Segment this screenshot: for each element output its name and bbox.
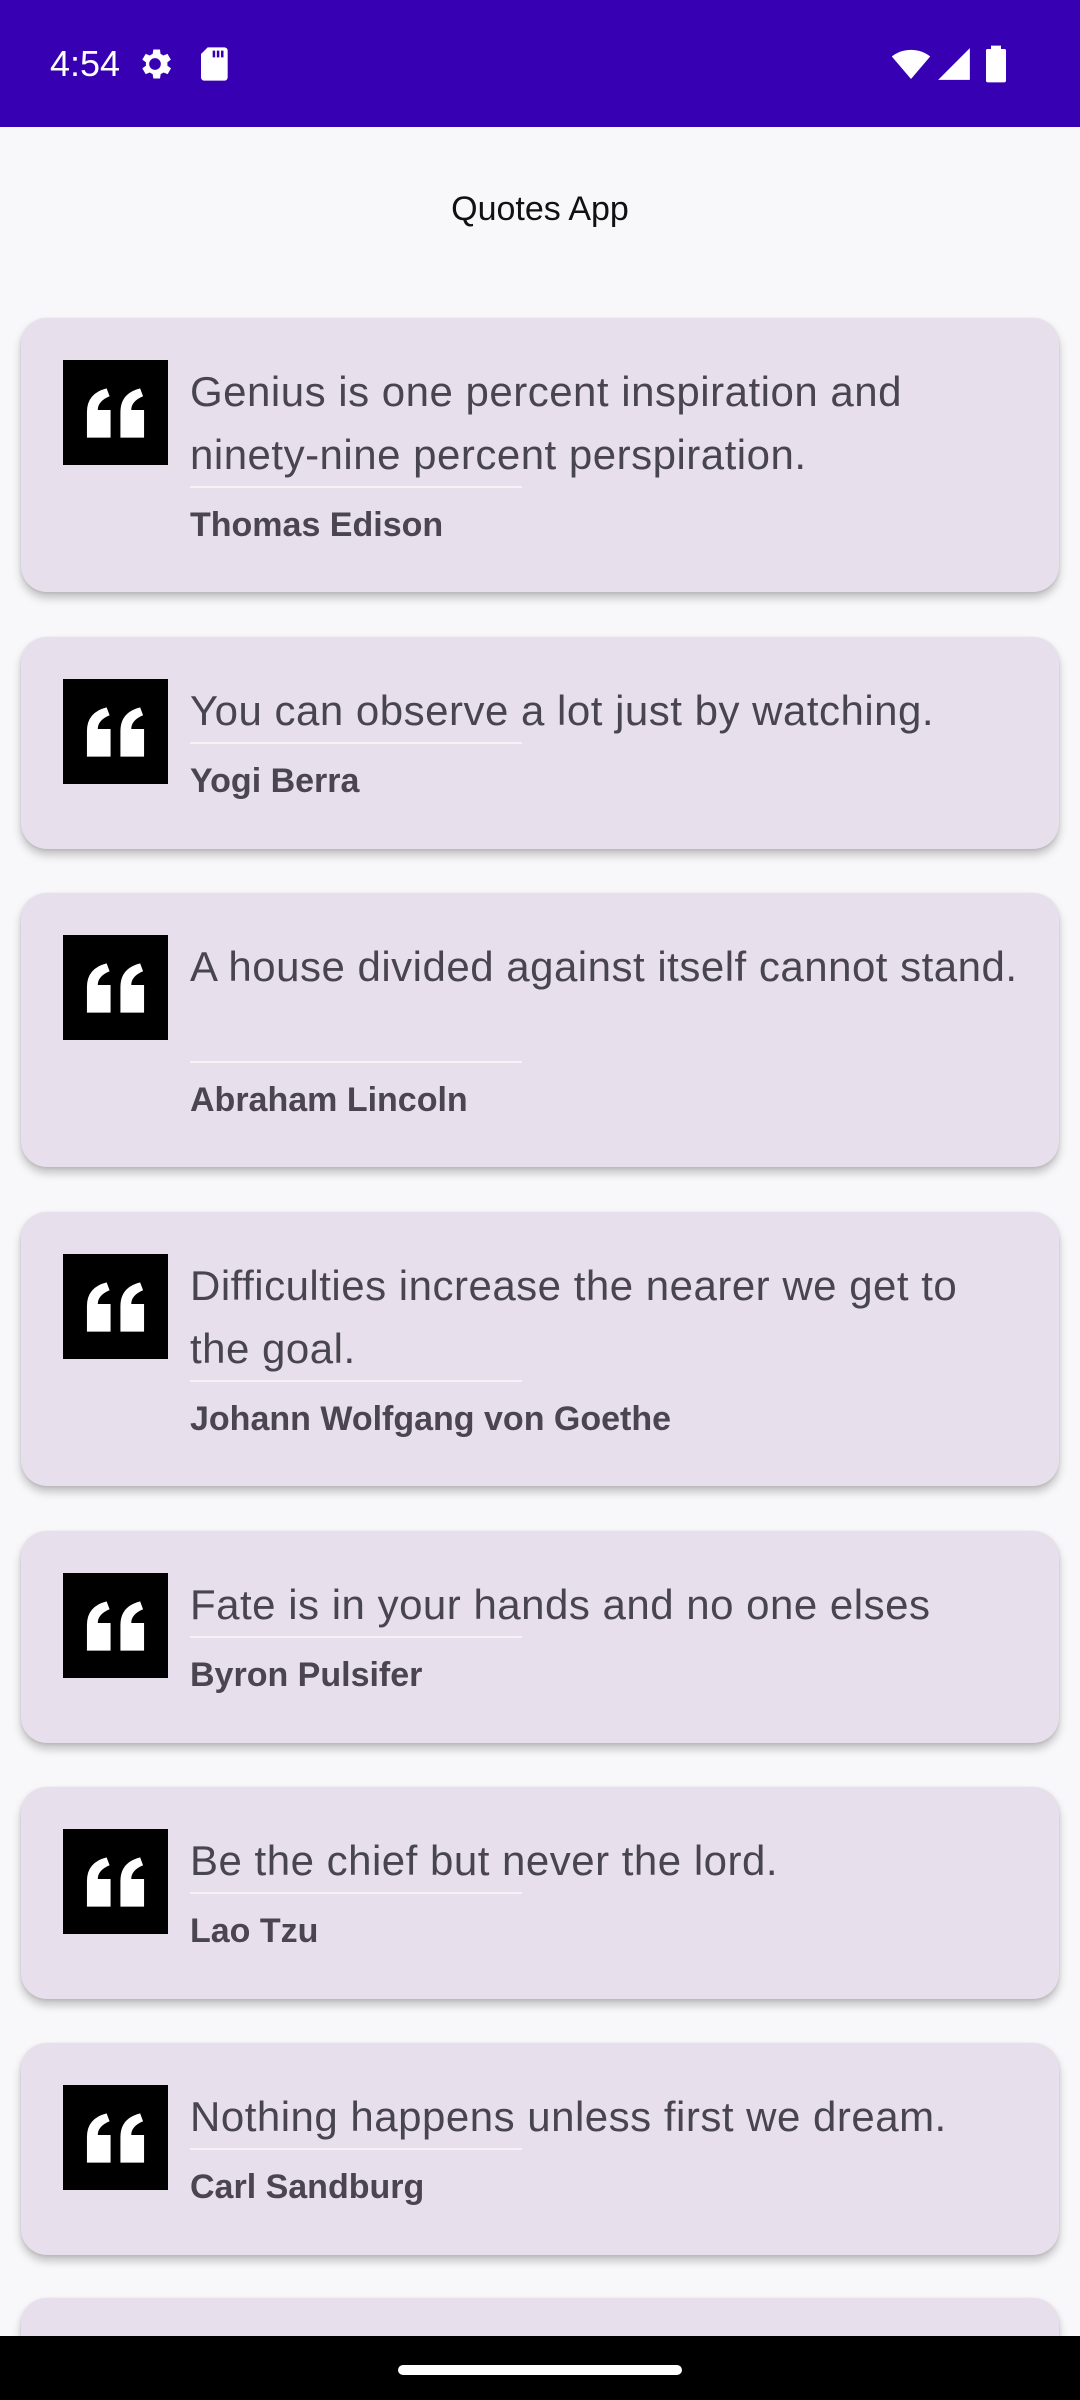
quote-card[interactable]: Fate is in your hands and no one elses B… (21, 1531, 1059, 1743)
quote-card[interactable]: Be the chief but never the lord. Lao Tzu (21, 1787, 1059, 1999)
quote-icon (63, 679, 168, 784)
quote-card[interactable]: Genius is one percent inspiration and ni… (21, 318, 1059, 592)
quote-icon (63, 1829, 168, 1934)
quote-list[interactable]: Quotes App Genius is one percent inspira… (0, 0, 1080, 2336)
quote-card[interactable]: You can observe a lot just by watching. … (21, 637, 1059, 849)
quote-divider (190, 742, 522, 744)
quote-divider (190, 486, 522, 488)
quote-author: Johann Wolfgang von Goethe (190, 1400, 672, 1438)
quote-divider (190, 1061, 522, 1063)
gesture-handle[interactable] (398, 2365, 682, 2375)
quote-text: Be the chief but never the lord. (190, 1837, 779, 1884)
quote-author: Lao Tzu (190, 1912, 319, 1950)
app-title: Quotes App (451, 190, 629, 228)
quote-divider (190, 2148, 522, 2150)
quote-text: Nothing happens unless first we dream. (190, 2093, 947, 2140)
quote-card[interactable]: Nothing happens unless first we dream. C… (21, 2043, 1059, 2255)
quote-text: Genius is one percent inspiration and ni… (190, 368, 902, 478)
quote-card[interactable] (21, 2298, 1059, 2336)
quote-author: Byron Pulsifer (190, 1656, 423, 1694)
quote-author: Thomas Edison (190, 506, 444, 544)
quote-author: Abraham Lincoln (190, 1081, 468, 1119)
quote-icon (63, 935, 168, 1040)
quote-icon (63, 1254, 168, 1359)
quote-card[interactable]: Difficulties increase the nearer we get … (21, 1212, 1059, 1486)
quote-text: Fate is in your hands and no one elses (190, 1581, 931, 1628)
quote-divider (190, 1636, 522, 1638)
quote-text: You can observe a lot just by watching. (190, 687, 935, 734)
quote-author: Yogi Berra (190, 762, 360, 800)
quote-text: A house divided against itself cannot st… (190, 943, 1018, 990)
quote-divider (190, 1380, 522, 1382)
quote-text: Difficulties increase the nearer we get … (190, 1262, 958, 1372)
quote-icon (63, 1573, 168, 1678)
quote-card[interactable]: A house divided against itself cannot st… (21, 893, 1059, 1167)
quote-icon (63, 360, 168, 465)
quote-author: Carl Sandburg (190, 2168, 425, 2206)
quote-divider (190, 1892, 522, 1894)
quote-icon (63, 2085, 168, 2190)
